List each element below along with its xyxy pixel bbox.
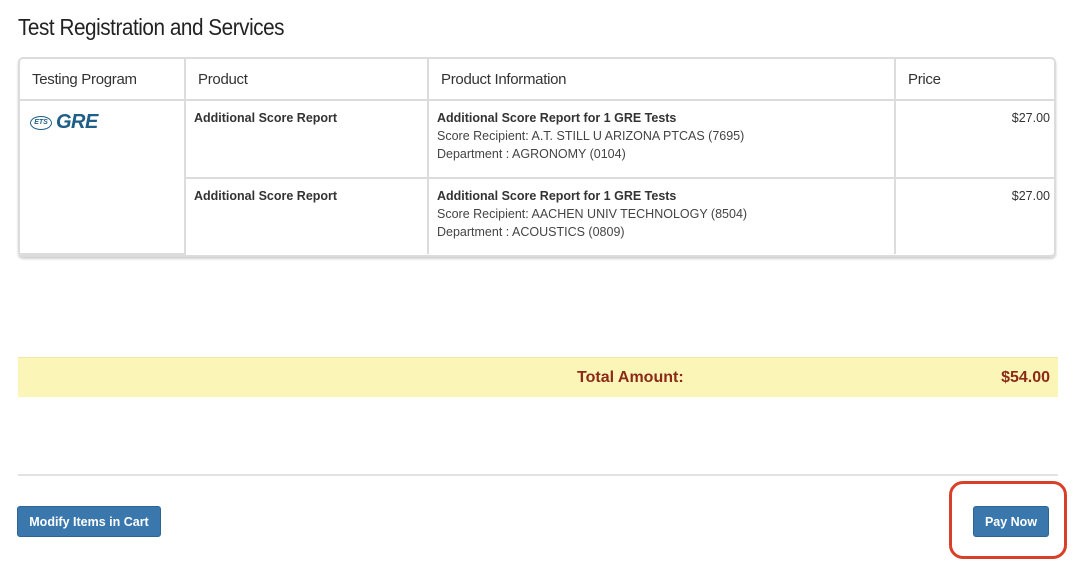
product-name: Additional Score Report — [194, 111, 338, 125]
table-header-row: Testing Program Product Product Informat… — [20, 59, 1054, 101]
header-testing-program: Testing Program — [20, 59, 186, 101]
price-cell: $27.00 — [1011, 188, 1050, 203]
product-name: Additional Score Report — [194, 188, 338, 203]
department: Department : AGRONOMY (0104) — [437, 147, 626, 161]
score-recipient: Score Recipient: A.T. STILL U ARIZONA PT… — [437, 129, 745, 143]
ets-logo-icon: ETS — [30, 115, 52, 130]
product-cell: Additional Score Report — [185, 100, 429, 179]
header-product-information: Product Information — [428, 59, 896, 101]
product-info-cell: Additional Score Report for 1 GRE Tests … — [428, 100, 896, 179]
gre-logo-text: GRE — [56, 111, 98, 133]
product-info-title: Additional Score Report for 1 GRE Tests — [437, 111, 677, 125]
price-cell: $27.00 — [895, 100, 1054, 179]
total-amount-bar: Total Amount: $54.00 — [18, 357, 1058, 397]
total-amount-value: $54.00 — [1001, 369, 1050, 386]
product-info-title: Additional Score Report for 1 GRE Tests — [437, 188, 677, 203]
header-price: Price — [895, 59, 1054, 101]
header-product: Product — [185, 59, 429, 101]
modify-items-in-cart-button[interactable]: Modify Items in Cart — [17, 506, 161, 537]
product-cell: Additional Score Report — [185, 177, 429, 254]
score-recipient: Score Recipient: AACHEN UNIV TECHNOLOGY … — [437, 206, 748, 221]
table-row: ETS GRE Additional Score Report Addition… — [20, 100, 1054, 255]
gre-logo: ETS GRE — [30, 111, 174, 134]
pay-now-button[interactable]: Pay Now — [973, 506, 1049, 537]
divider — [18, 474, 1058, 476]
page-title: Test Registration and Services — [18, 14, 285, 40]
product-info-cell: Additional Score Report for 1 GRE Tests … — [428, 177, 896, 254]
total-amount-label: Total Amount: — [577, 369, 684, 386]
department: Department : ACOUSTICS (0809) — [437, 224, 625, 239]
testing-program-cell: ETS GRE — [20, 100, 186, 255]
cart-table: Testing Program Product Product Informat… — [18, 57, 1056, 257]
